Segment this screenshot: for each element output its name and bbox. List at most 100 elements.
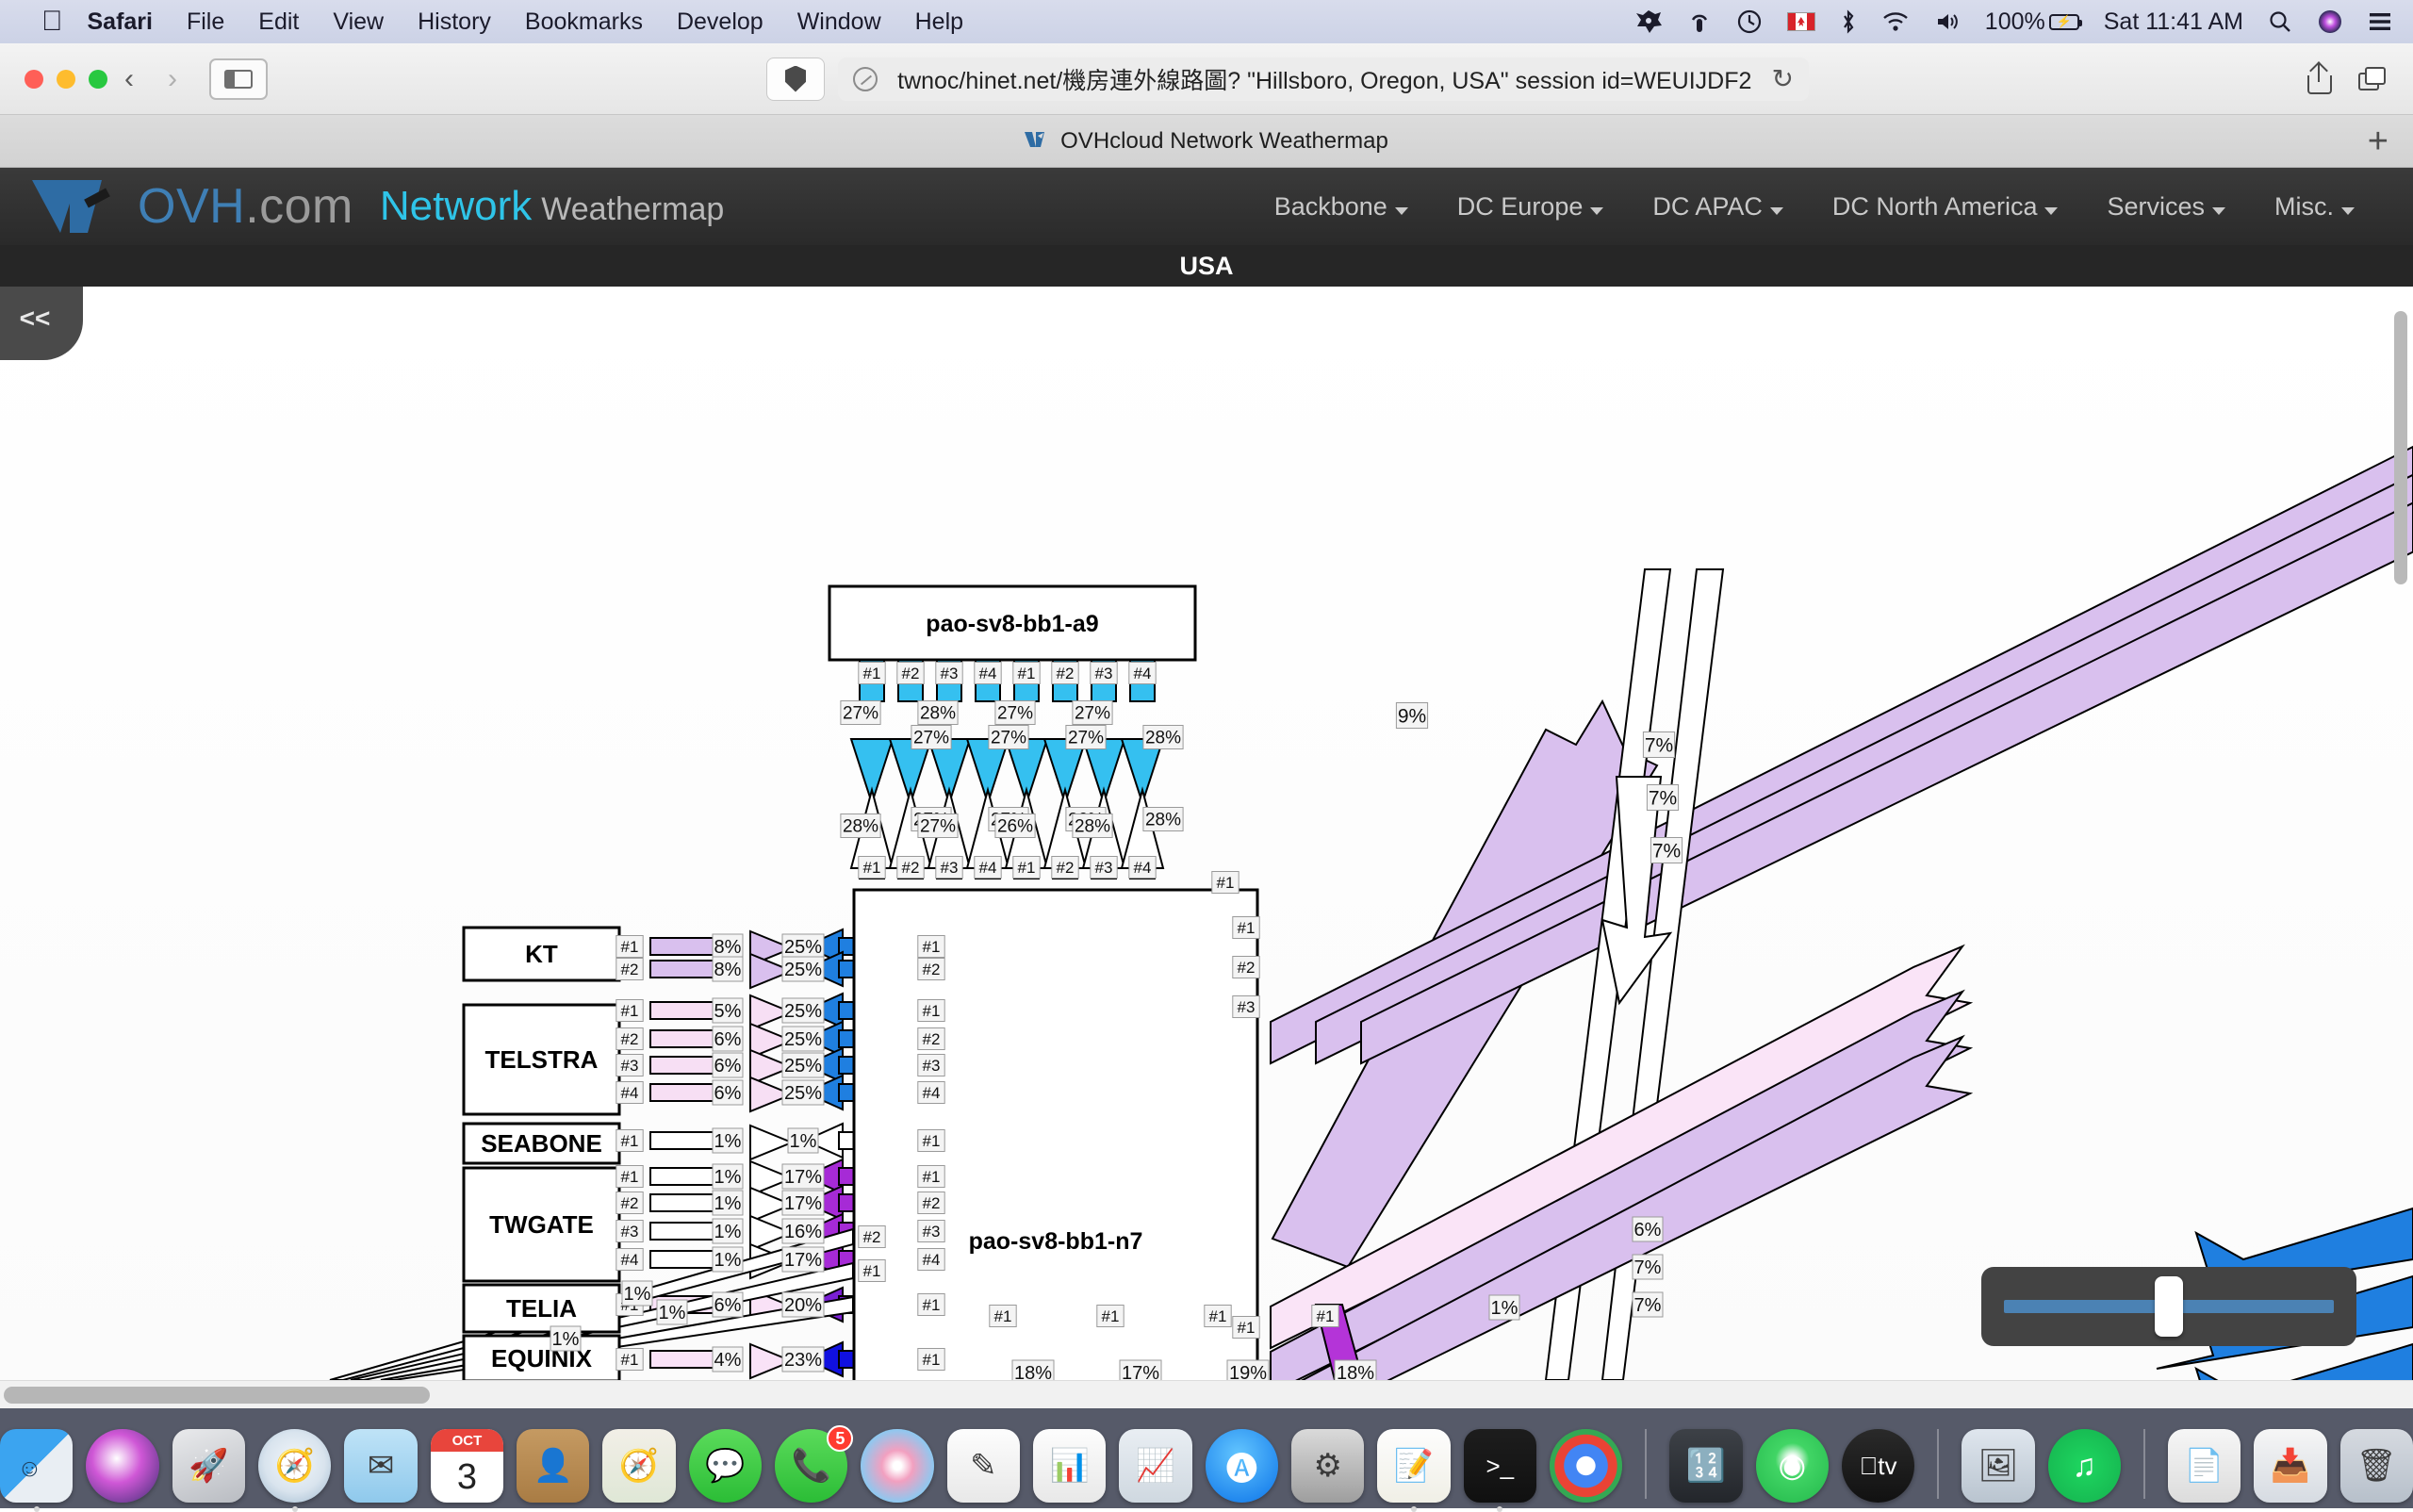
ovh-logo[interactable]: OVH.com (32, 178, 353, 235)
dock-item-notes[interactable]: 📝 (1377, 1429, 1450, 1503)
svg-text:#4: #4 (979, 859, 997, 877)
weathermap-node[interactable]: pao-sv8-bb1-n7 (854, 890, 1257, 1380)
map-sidebar-collapse-button[interactable]: << (0, 287, 83, 360)
reload-icon[interactable]: ↻ (1772, 63, 1794, 94)
dock-item-calendar[interactable]: OCT3 (431, 1429, 503, 1503)
dock-item-keynote[interactable]: 📈 (1119, 1429, 1191, 1503)
wifi-icon[interactable] (1881, 9, 1910, 34)
dock-item-trash[interactable]: 🗑 (2340, 1429, 2413, 1503)
weathermap-node[interactable]: KT (464, 928, 619, 980)
weathermap-node[interactable]: SEABONE (464, 1124, 619, 1163)
dock-item-maps[interactable]: 🧭 (602, 1429, 675, 1503)
dock-item-chrome[interactable] (1550, 1429, 1622, 1503)
dock-item-apple-tv[interactable]: tv (1842, 1429, 1914, 1503)
tab-overview-icon[interactable] (2358, 67, 2387, 91)
menu-item-history[interactable]: History (418, 8, 491, 36)
battery-status[interactable]: 100% ⚡ (1985, 8, 2079, 36)
svg-text:28%: 28% (1075, 817, 1110, 837)
horizontal-scrollbar[interactable] (0, 1380, 2413, 1408)
dock-item-calculator[interactable]: 🔢 (1669, 1429, 1742, 1503)
spotlight-search-icon[interactable] (2268, 9, 2292, 34)
nav-item-dc-europe[interactable]: DC Europe (1433, 192, 1629, 222)
menubar-app-icon[interactable] (1634, 8, 1663, 35)
svg-text:#3: #3 (1238, 998, 1256, 1016)
forward-button[interactable]: › (151, 58, 194, 101)
menu-item-help[interactable]: Help (915, 8, 963, 36)
menu-item-window[interactable]: Window (797, 8, 881, 36)
dock-item-terminal[interactable]: >_ (1464, 1429, 1536, 1503)
dock-item-launchpad[interactable]: 🚀 (172, 1429, 245, 1503)
menu-item-view[interactable]: View (333, 8, 384, 36)
minimize-window-button[interactable] (57, 70, 75, 89)
weathermap-node[interactable]: EQUINIX (464, 1336, 619, 1380)
dock-item-siri[interactable] (86, 1429, 158, 1503)
new-tab-button[interactable]: + (2368, 123, 2388, 159)
dock-item-contacts[interactable]: 👤 (517, 1429, 589, 1503)
time-machine-icon[interactable] (1736, 8, 1763, 35)
canada-flag-icon[interactable] (1787, 12, 1815, 31)
weathermap-node[interactable]: TELIA (464, 1285, 619, 1332)
shield-icon (785, 66, 806, 92)
dock-item-app-store[interactable]: 🅐 (1206, 1429, 1278, 1503)
nav-item-services[interactable]: Services (2082, 192, 2250, 222)
page-title: NetworkWeathermap (380, 183, 724, 230)
dock-item-finder[interactable]: ☺ (0, 1429, 73, 1503)
address-bar[interactable]: twnoc/hinet.net/機房連外線路圖? "Hillsboro, Ore… (838, 58, 1809, 101)
back-button[interactable]: ‹ (107, 58, 151, 101)
control-center-icon[interactable] (2368, 10, 2392, 33)
dock-item-preview[interactable]: 🖼 (1962, 1429, 2034, 1503)
nav-item-dc-north-america[interactable]: DC North America (1808, 192, 2083, 222)
sidebar-toggle-button[interactable] (209, 58, 268, 100)
weathermap-node[interactable]: TWGATE (464, 1168, 619, 1281)
downloads-stack-glyph: 📥 (2271, 1447, 2310, 1485)
dock-item-messages[interactable]: 💬 (689, 1429, 762, 1503)
chevron-down-icon (1395, 207, 1408, 215)
nav-item-misc[interactable]: Misc. (2250, 192, 2379, 222)
siri-icon[interactable] (2317, 8, 2343, 35)
dock-item-photos[interactable] (861, 1429, 933, 1503)
dock-item-facetime[interactable]: 📞5 (775, 1429, 847, 1503)
menu-item-safari[interactable]: Safari (88, 8, 153, 36)
dock-item-find-my[interactable]: ◉ (1756, 1429, 1829, 1503)
dock-item-safari[interactable]: 🧭 (258, 1429, 331, 1503)
menu-item-file[interactable]: File (187, 8, 224, 36)
weathermap-node[interactable]: TELSTRA (464, 1005, 619, 1114)
nav-item-backbone[interactable]: Backbone (1250, 192, 1433, 222)
dock-item-numbers[interactable]: 📊 (1033, 1429, 1106, 1503)
apple-logo-icon[interactable]:  (41, 8, 63, 36)
horizontal-scroll-thumb[interactable] (4, 1387, 430, 1404)
weathermap-canvas[interactable]: pao-sv8-bb1-a9 pao-sv8-bb1-n7 KT TELSTRA SEA… (0, 287, 2413, 1380)
menu-item-develop[interactable]: Develop (677, 8, 763, 36)
share-icon[interactable] (2307, 64, 2332, 94)
vertical-scroll-thumb[interactable] (2394, 311, 2407, 584)
dock-item-system-preferences[interactable]: ⚙ (1291, 1429, 1364, 1503)
slider-knob[interactable] (2155, 1276, 2183, 1337)
close-window-button[interactable] (25, 70, 43, 89)
map-time-slider[interactable] (1981, 1267, 2356, 1346)
menu-item-bookmarks[interactable]: Bookmarks (525, 8, 643, 36)
svg-text:#3: #3 (923, 1057, 941, 1075)
zoom-window-button[interactable] (89, 70, 107, 89)
bluetooth-icon[interactable] (1840, 8, 1857, 35)
link-label: #1 (1097, 1306, 1124, 1327)
svg-text:#1: #1 (863, 1262, 881, 1280)
dock-item-pages[interactable]: ✎ (947, 1429, 1020, 1503)
link-label: 18% (1335, 1360, 1376, 1380)
dock-item-documents-stack[interactable]: 📄 (2168, 1429, 2241, 1503)
tab-ovhcloud-weathermap[interactable]: OVHcloud Network Weathermap (1025, 128, 1388, 155)
airplay-icon[interactable] (1687, 8, 1712, 35)
dock-item-spotify[interactable]: ♫ (2048, 1429, 2121, 1503)
nav-item-dc-apac[interactable]: DC APAC (1628, 192, 1808, 222)
link-label: 28% (918, 701, 958, 725)
svg-text:19%: 19% (1229, 1363, 1267, 1380)
dock-separator (2143, 1429, 2145, 1499)
weathermap-node[interactable]: pao-sv8-bb1-a9 (829, 586, 1195, 660)
dock-item-mail[interactable]: ✉ (344, 1429, 417, 1503)
menubar-clock[interactable]: Sat 11:41 AM (2104, 8, 2243, 36)
slider-track[interactable] (2004, 1300, 2334, 1313)
dock-item-downloads-stack[interactable]: 📥 (2254, 1429, 2326, 1503)
privacy-report-button[interactable] (766, 58, 825, 101)
menu-item-edit[interactable]: Edit (258, 8, 299, 36)
volume-icon[interactable] (1934, 9, 1961, 34)
link-label: 28% (1143, 726, 1183, 749)
